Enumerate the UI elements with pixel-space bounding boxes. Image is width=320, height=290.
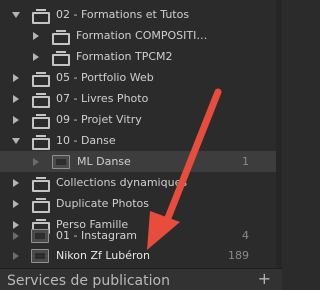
collection-set-icon xyxy=(32,9,50,24)
collection-label: 09 - Projet Vitry xyxy=(56,113,142,126)
collapse-triangle-icon[interactable] xyxy=(13,232,19,240)
collection-set-icon xyxy=(32,72,50,87)
collection-label: Duplicate Photos xyxy=(56,197,150,210)
collection-label: Collections dynamiques xyxy=(56,176,188,189)
collection-label: Nikon Zf Lubéron xyxy=(56,249,151,262)
collection-set-icon xyxy=(52,30,70,45)
collapse-triangle-icon[interactable] xyxy=(13,116,19,124)
collection-label: Formation TPCM2 xyxy=(76,50,173,63)
collection-set-formation-tpcm2[interactable]: Formation TPCM2 xyxy=(0,46,282,67)
collection-set-collections-dynamiques[interactable]: Collections dynamiques xyxy=(0,172,282,193)
collapse-triangle-icon[interactable] xyxy=(33,32,39,40)
collection-count: 1 xyxy=(242,155,249,168)
collection-label: 01 - Instagram xyxy=(56,229,137,242)
collapse-triangle-icon[interactable] xyxy=(33,53,39,61)
collection-set-formation-compositi[interactable]: Formation COMPOSITI… xyxy=(0,25,282,46)
collection-set-icon xyxy=(32,198,50,213)
collection-label: 02 - Formations et Tutos xyxy=(56,8,190,21)
collection-label: 10 - Danse xyxy=(56,134,116,147)
collection-set-icon xyxy=(52,51,70,66)
collection-instagram[interactable]: 01 - Instagram 4 xyxy=(0,225,282,246)
collapse-triangle-icon[interactable] xyxy=(13,252,19,260)
collection-nikon-zf-luberon[interactable]: Nikon Zf Lubéron 189 xyxy=(0,245,282,266)
collection-label: ML Danse xyxy=(77,155,131,168)
collection-label: 07 - Livres Photo xyxy=(56,92,149,105)
expand-triangle-icon[interactable] xyxy=(12,138,20,144)
collection-set-icon xyxy=(32,93,50,108)
collection-label: 05 - Portfolio Web xyxy=(56,71,154,84)
collection-icon xyxy=(52,155,70,169)
collection-label: Formation COMPOSITI… xyxy=(76,29,208,42)
collapse-triangle-icon[interactable] xyxy=(13,95,19,103)
collection-count: 4 xyxy=(242,229,249,242)
collection-set-portfolio-web[interactable]: 05 - Portfolio Web xyxy=(0,67,282,88)
collapse-triangle-icon[interactable] xyxy=(13,74,19,82)
collection-set-livres-photo[interactable]: 07 - Livres Photo xyxy=(0,88,282,109)
collapse-triangle-icon[interactable] xyxy=(13,179,19,187)
collection-icon xyxy=(31,249,49,263)
collection-set-icon xyxy=(32,177,50,192)
collapse-triangle-icon[interactable] xyxy=(33,158,39,166)
collection-set-icon xyxy=(32,114,50,129)
collection-ml-danse[interactable]: ML Danse 1 xyxy=(0,151,282,172)
collapse-triangle-icon[interactable] xyxy=(13,200,19,208)
add-service-button[interactable]: + xyxy=(258,269,271,288)
collection-set-danse[interactable]: 10 - Danse xyxy=(0,130,282,151)
publish-services-header[interactable]: Services de publication + xyxy=(0,268,282,290)
panel-scrollbar[interactable] xyxy=(276,0,282,268)
collection-set-duplicate-photos[interactable]: Duplicate Photos xyxy=(0,193,282,214)
collection-count: 189 xyxy=(228,249,249,262)
publish-services-title: Services de publication xyxy=(7,273,170,289)
collection-set-icon xyxy=(32,135,50,150)
collections-panel: 02 - Formations et Tutos Formation COMPO… xyxy=(0,0,282,268)
collection-set-projet-vitry[interactable]: 09 - Projet Vitry xyxy=(0,109,282,130)
expand-triangle-icon[interactable] xyxy=(12,12,20,18)
collection-icon xyxy=(31,229,49,243)
collection-set-formations[interactable]: 02 - Formations et Tutos xyxy=(0,4,282,25)
